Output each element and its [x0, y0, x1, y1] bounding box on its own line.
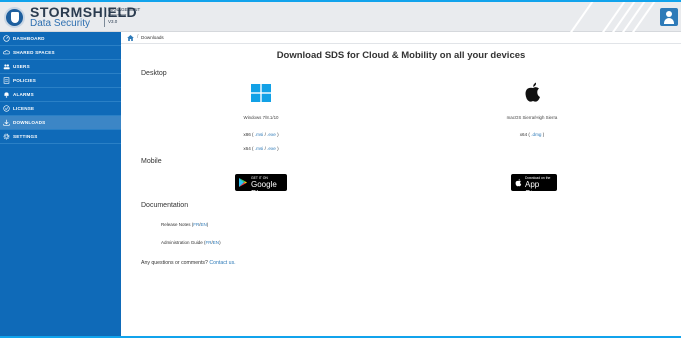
windows-x64-downloads: x64 ( .msi / .exe ) [243, 146, 279, 151]
windows-x86-downloads: x86 ( .msi / .exe ) [243, 132, 279, 137]
product-name: MANAGEMENT CENTER V3.0 [108, 7, 141, 24]
sidebar-item-alarms[interactable]: ALARMS [0, 88, 121, 102]
google-play-button[interactable]: GET IT ON Google Play [235, 174, 287, 198]
dashboard-icon [3, 35, 10, 42]
brand-divider [104, 7, 105, 27]
release-notes: Release Notes (FR/EN) [161, 222, 209, 227]
contact-us-link[interactable]: Contact us. [209, 260, 235, 266]
policy-icon [3, 77, 10, 84]
license-icon [3, 105, 10, 112]
sidebar-item-downloads[interactable]: DOWNLOADS [0, 116, 121, 130]
windows-label: Windows 7/8.1/10 [243, 115, 279, 120]
windows-x64-msi-link[interactable]: .msi [255, 146, 263, 151]
top-bar: STORMSHIELD Data Security MANAGEMENT CEN… [0, 2, 681, 32]
administration-guide: Administration Guide (FR/EN) [161, 240, 221, 245]
sidebar-item-shared-spaces[interactable]: SHARED SPACES [0, 46, 121, 60]
brand-subtitle: Data Security [30, 18, 91, 29]
sidebar: DASHBOARD SHARED SPACES USERS POLICIES A… [0, 32, 121, 336]
breadcrumb-separator: / [137, 34, 139, 40]
mobile-heading: Mobile [141, 158, 162, 165]
stormshield-logo-icon [4, 7, 25, 28]
user-menu-button[interactable] [660, 8, 678, 26]
users-icon [3, 64, 10, 70]
breadcrumb-current: Downloads [141, 35, 164, 40]
sidebar-item-license[interactable]: LICENSE [0, 102, 121, 116]
download-icon [3, 119, 10, 126]
home-icon[interactable] [127, 35, 134, 41]
cloud-icon [3, 50, 10, 55]
desktop-heading: Desktop [141, 70, 167, 77]
macos-label: macOS Sierra/High Sierra [506, 115, 558, 120]
main-content: / Downloads Download SDS for Cloud & Mob… [121, 32, 681, 336]
macos-dmg-link[interactable]: .dmg [531, 132, 541, 137]
user-icon [666, 11, 672, 17]
windows-logo-icon [251, 84, 271, 102]
sidebar-item-dashboard[interactable]: DASHBOARD [0, 32, 121, 46]
sidebar-item-users[interactable]: USERS [0, 60, 121, 74]
bell-icon [4, 92, 9, 98]
page-title: Download SDS for Cloud & Mobility on all… [276, 50, 526, 61]
breadcrumb: / Downloads [121, 32, 681, 44]
windows-x86-msi-link[interactable]: .msi [255, 132, 263, 137]
documentation-heading: Documentation [141, 202, 189, 209]
apple-logo-icon [525, 82, 540, 102]
gear-icon [3, 133, 10, 140]
contact-line: Any questions or comments? Contact us. [141, 260, 236, 266]
sidebar-item-policies[interactable]: POLICIES [0, 74, 121, 88]
macos-x64-downloads: x64 ( .dmg ) [519, 132, 545, 137]
google-play-icon [239, 178, 247, 187]
windows-x64-exe-link[interactable]: .exe [267, 146, 276, 151]
app-window: STORMSHIELD Data Security MANAGEMENT CEN… [0, 2, 681, 336]
app-store-button[interactable]: Download on the App Store [511, 174, 557, 198]
sidebar-item-settings[interactable]: SETTINGS [0, 130, 121, 144]
apple-store-icon [515, 178, 522, 187]
windows-x86-exe-link[interactable]: .exe [267, 132, 276, 137]
header-decoration [560, 2, 665, 32]
